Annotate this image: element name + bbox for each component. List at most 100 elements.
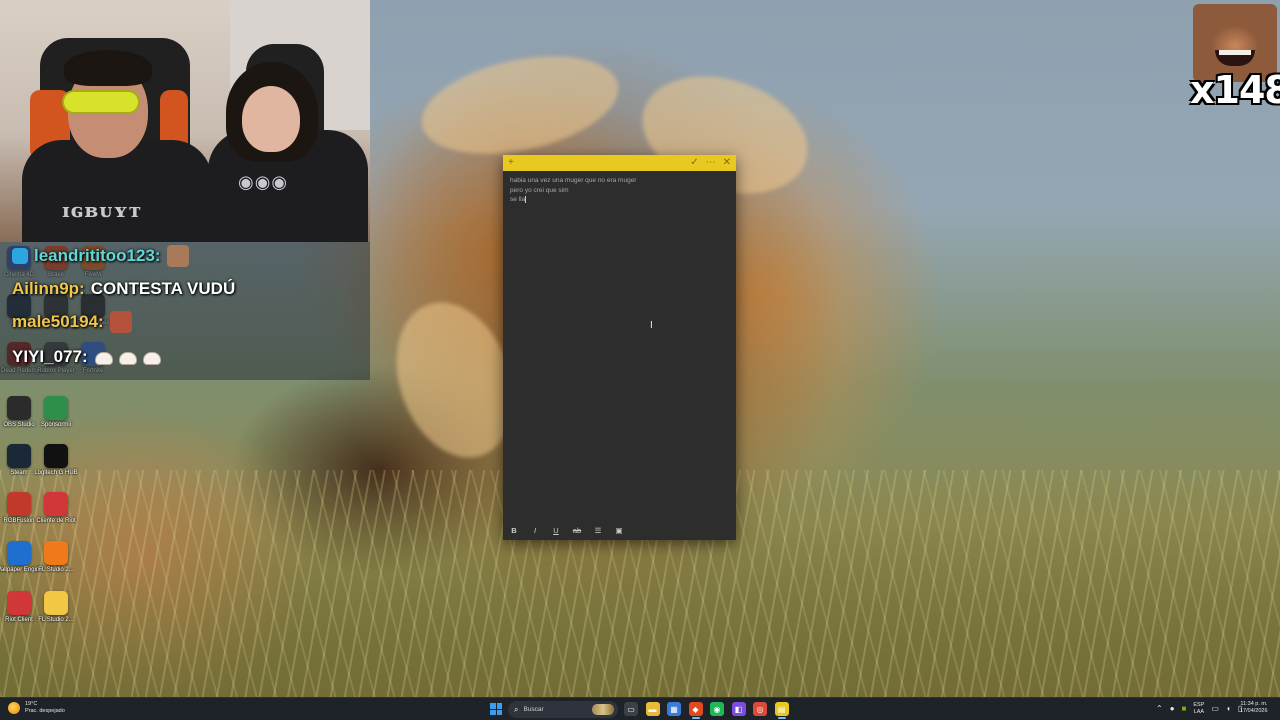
check-icon[interactable]: ✓ (690, 158, 698, 168)
chat-message: Ailinn9p: CONTESTA VUDÚ (12, 276, 235, 302)
heart-hands-emote-icon (142, 350, 161, 365)
desktop-icon[interactable]: OBS Studio (0, 396, 38, 440)
add-icon[interactable]: + (508, 158, 514, 168)
desktop-icon[interactable]: Riot Client (0, 591, 38, 635)
riot-icon (7, 591, 31, 615)
volume-icon[interactable]: ◖ (1226, 704, 1231, 713)
desktop-icon-label: FL Studio 2... (38, 567, 74, 573)
language-indicator[interactable]: ESP LAA (1193, 702, 1204, 715)
emote-count: x148 (1190, 68, 1280, 112)
more-icon[interactable]: ⋯ (706, 158, 716, 168)
desktop-icon-label: OBS Studio (3, 422, 35, 428)
insert-image-button[interactable]: ▣ (614, 526, 624, 535)
language-bottom: LAA (1193, 708, 1205, 715)
chat-text: CONTESTA VUDÚ (90, 279, 236, 298)
chevron-up-icon[interactable]: ⌃ (1156, 704, 1163, 713)
search-placeholder: Buscar (523, 706, 544, 713)
windows-logo-pane (496, 703, 502, 709)
twitch-icon[interactable]: ◧ (731, 702, 746, 716)
sticky-note-window[interactable]: + ✓ ⋯ ✕ habia una vez una muger que no e… (503, 155, 736, 540)
obs-icon (7, 396, 31, 420)
note-line[interactable]: pero yo crei que sim (510, 186, 730, 196)
start-button[interactable] (490, 703, 502, 715)
chat-message: YIYI_077: (12, 344, 161, 370)
chat-message: leandrititoo123: (12, 243, 189, 269)
strikethrough-button[interactable]: ab (572, 526, 582, 535)
weather-text: 19°C Prac. despejado (25, 701, 65, 714)
sponsormii-icon (44, 396, 68, 420)
sticky-note-titlebar[interactable]: + ✓ ⋯ ✕ (503, 155, 736, 171)
emote-icon (109, 311, 132, 333)
close-icon[interactable]: ✕ (723, 158, 731, 168)
taskbar-clock[interactable]: 11:34 p. m. 17/04/2026 (1240, 701, 1268, 715)
windows-logo-pane (496, 709, 502, 715)
desktop-icon[interactable]: Steam (0, 444, 38, 488)
system-tray: ⌃ ● ■ ESP LAA ▭ ◖ ▯ (1156, 702, 1242, 715)
brave-icon[interactable]: ◆ (688, 702, 703, 719)
desktop-icon[interactable]: FL Studio 2... (37, 591, 75, 635)
rgbfusion-icon (7, 492, 31, 516)
note-line[interactable]: se lla (510, 195, 730, 205)
bold-button[interactable]: B (509, 526, 519, 535)
desktop-icon[interactable]: Sponsormii (37, 396, 75, 440)
desktop-icon[interactable]: RGBFusion (0, 492, 38, 536)
text-caret (525, 195, 527, 203)
bullet-list-button[interactable]: ☰ (593, 526, 603, 535)
sub-badge-icon (12, 248, 28, 264)
clock-date: 17/04/2026 (1240, 708, 1268, 714)
riot-icon (44, 492, 68, 516)
desktop-icon-label: FL Studio 2... (38, 617, 74, 623)
windows-logo-pane (490, 703, 496, 709)
desktop-icon-label: Steam (10, 470, 28, 476)
desktop-icon-label: Sponsormii (40, 422, 71, 428)
heart-hands-emote-icon (118, 350, 137, 365)
language-top: ESP (1193, 702, 1205, 708)
desktop-icon[interactable]: Wallpaper Engine (0, 541, 43, 585)
chat-overlay: leandrititoo123: Ailinn9p: CONTESTA VUDÚ… (0, 242, 370, 380)
logitech-icon (44, 444, 68, 468)
italic-button[interactable]: I (530, 526, 540, 535)
sticky-note-editor[interactable]: habia una vez una muger que no era muger… (510, 176, 730, 205)
chat-message: male50194: (12, 309, 132, 335)
file-explorer-icon[interactable]: ▬ (645, 702, 660, 716)
desktop-icon[interactable]: Logitech G HUB (34, 444, 78, 488)
taskbar-search[interactable]: ⌕ Buscar (508, 701, 618, 718)
nvidia-icon[interactable]: ■ (1182, 704, 1187, 713)
search-highlight-art (592, 704, 614, 715)
weather-widget[interactable]: 19°C Prac. despejado (8, 701, 65, 714)
heart-hands-emote-icon (94, 350, 113, 365)
weather-desc: Prac. despejado (25, 707, 65, 714)
emote-teeth (1219, 50, 1251, 55)
desktop-icon[interactable]: FL Studio 2... (37, 541, 75, 585)
cohost-head (242, 86, 300, 152)
desktop-icon-label: Cliente de Riot (36, 518, 76, 524)
taskbar: 19°C Prac. despejado ⌕ Buscar ▭ ▬ ▦ ◆ ◉ ◧ ◎ ▤ ⌃… (0, 697, 1280, 720)
desktop-icon[interactable]: Cliente de Riot (36, 492, 76, 536)
ninja-turtle-mask (62, 90, 140, 114)
shirt-print: ◉◉◉ (238, 172, 289, 193)
microphone-icon[interactable]: ● (1170, 704, 1175, 713)
note-line[interactable]: habia una vez una muger que no era muger (510, 176, 730, 186)
chrome-icon[interactable]: ◎ (753, 702, 767, 716)
task-view-icon[interactable]: ▭ (624, 702, 638, 716)
store-icon[interactable]: ▦ (667, 702, 681, 716)
emote-icon (166, 245, 189, 267)
sticky-notes-icon[interactable]: ▤ (774, 702, 789, 719)
chat-username: Ailinn9p: (12, 279, 85, 298)
format-toolbar: B I U ab ☰ ▣ (509, 524, 624, 536)
search-icon: ⌕ (514, 704, 519, 714)
weather-temp: 19°C (25, 701, 38, 707)
emote-counter: x148 (1190, 2, 1280, 114)
i-beam-cursor-icon: I (650, 320, 653, 331)
spotify-icon[interactable]: ◉ (710, 702, 724, 716)
note-line-text[interactable]: se lla (510, 196, 525, 203)
desktop-icon-label: Riot Client (5, 617, 33, 623)
webcam-overlay: ɪɢʙᴜʏᴛ ◉◉◉ (0, 0, 370, 242)
underline-button[interactable]: U (551, 526, 561, 535)
desktop-icon-label: RGBFusion (3, 518, 35, 524)
desktop-icon-label: Logitech G HUB (34, 470, 78, 476)
wallpaper-engine-icon (7, 541, 31, 565)
network-icon[interactable]: ▭ (1211, 704, 1219, 713)
clock-time: 11:34 p. m. (1240, 701, 1268, 707)
sun-icon (8, 701, 20, 714)
